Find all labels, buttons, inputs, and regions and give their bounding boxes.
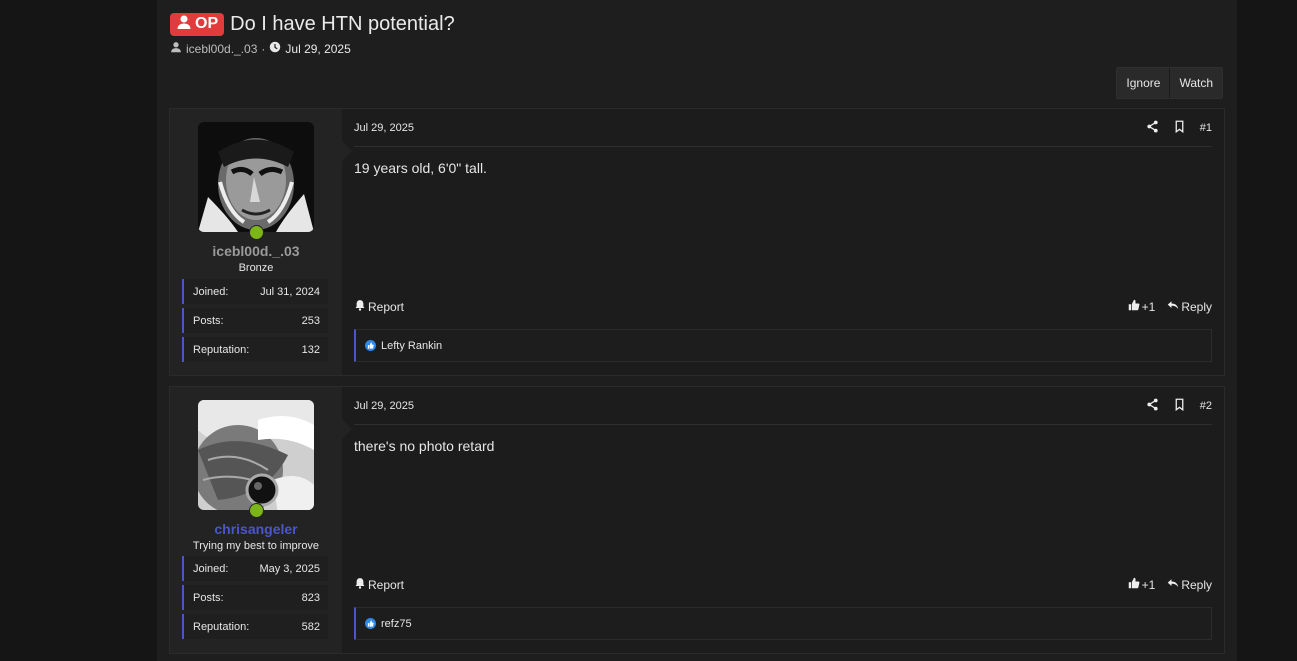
stat-posts: Posts: 823 (182, 585, 328, 610)
reactions-bar[interactable]: Lefty Rankin (354, 329, 1212, 362)
post-header: Jul 29, 2025 #2 (354, 387, 1212, 425)
post-date-link[interactable]: Jul 29, 2025 (354, 122, 414, 134)
posts-count-link[interactable]: 253 (302, 315, 320, 327)
thread-actions: Ignore Watch (1116, 67, 1223, 99)
post-number-link[interactable]: #1 (1200, 122, 1212, 134)
user-icon (170, 41, 182, 56)
posts-count-link[interactable]: 823 (302, 592, 320, 604)
post-header-actions: #2 (1146, 398, 1212, 414)
stat-reputation: Reputation: 582 (182, 614, 328, 639)
post-header: Jul 29, 2025 #1 (354, 109, 1212, 147)
thumbs-up-icon (1128, 577, 1140, 592)
online-status-indicator (249, 503, 264, 518)
thread-date-link[interactable]: Jul 29, 2025 (285, 42, 350, 56)
like-reaction-icon (365, 340, 376, 351)
thread-header: OP Do I have HTN potential? (170, 11, 455, 37)
ignore-button[interactable]: Ignore (1117, 68, 1170, 98)
post-footer: Report +1 Reply (354, 299, 1212, 314)
post-main: Jul 29, 2025 #2 there's no photo retard (354, 387, 1212, 653)
reply-button[interactable]: Reply (1167, 299, 1212, 314)
post-header-actions: #1 (1146, 120, 1212, 136)
stat-posts: Posts: 253 (182, 308, 328, 333)
bookmark-icon[interactable] (1173, 398, 1186, 414)
page-title: Do I have HTN potential? (230, 12, 455, 35)
post-number-link[interactable]: #2 (1200, 400, 1212, 412)
report-button[interactable]: Report (354, 577, 404, 592)
bell-icon (354, 577, 366, 592)
reply-button[interactable]: Reply (1167, 577, 1212, 592)
op-badge: OP (170, 12, 225, 36)
reactions-bar[interactable]: refz75 (354, 607, 1212, 640)
avatar[interactable] (198, 400, 314, 510)
online-status-indicator (249, 225, 264, 240)
stat-reputation: Reputation: 132 (182, 337, 328, 362)
thread-page: OP Do I have HTN potential? icebl00d._.0… (157, 0, 1237, 661)
watch-button[interactable]: Watch (1169, 68, 1222, 98)
reacted-by-link[interactable]: refz75 (381, 618, 412, 630)
post: chrisangeler Trying my best to improve J… (169, 386, 1225, 654)
bookmark-icon[interactable] (1173, 120, 1186, 136)
like-button[interactable]: +1 (1128, 577, 1156, 592)
user-title: Bronze (238, 262, 274, 274)
user-icon (176, 14, 192, 35)
username-link[interactable]: icebl00d._.03 (170, 243, 342, 259)
reply-icon (1167, 299, 1179, 314)
avatar[interactable] (198, 122, 314, 232)
like-reaction-icon (365, 618, 376, 629)
post-body: 19 years old, 6'0" tall. (354, 160, 487, 176)
thumbs-up-icon (1128, 299, 1140, 314)
post-footer-actions: +1 Reply (1128, 299, 1212, 314)
stat-joined: Joined: May 3, 2025 (182, 556, 328, 581)
share-icon[interactable] (1146, 398, 1159, 414)
share-icon[interactable] (1146, 120, 1159, 136)
thread-meta: icebl00d._.03 · Jul 29, 2025 (170, 41, 351, 56)
report-button[interactable]: Report (354, 299, 404, 314)
meta-separator: · (261, 41, 266, 56)
like-count: +1 (1141, 577, 1156, 592)
thread-author-link[interactable]: icebl00d._.03 (186, 42, 257, 56)
bell-icon (354, 299, 366, 314)
like-button[interactable]: +1 (1128, 299, 1156, 314)
reply-icon (1167, 577, 1179, 592)
like-count: +1 (1141, 299, 1156, 314)
post-footer: Report +1 Reply (354, 577, 1212, 592)
post-footer-actions: +1 Reply (1128, 577, 1212, 592)
post-main: Jul 29, 2025 #1 19 years old, 6'0" tall. (354, 109, 1212, 375)
post-user-panel: icebl00d._.03 Bronze Joined: Jul 31, 202… (170, 109, 352, 375)
post: icebl00d._.03 Bronze Joined: Jul 31, 202… (169, 108, 1225, 376)
username-link[interactable]: chrisangeler (170, 521, 342, 537)
post-date-link[interactable]: Jul 29, 2025 (354, 400, 414, 412)
clock-icon (269, 41, 281, 56)
reacted-by-link[interactable]: Lefty Rankin (381, 340, 442, 352)
post-body: there's no photo retard (354, 438, 495, 454)
user-title: Trying my best to improve (192, 540, 320, 552)
stat-joined: Joined: Jul 31, 2024 (182, 279, 328, 304)
post-user-panel: chrisangeler Trying my best to improve J… (170, 387, 352, 653)
